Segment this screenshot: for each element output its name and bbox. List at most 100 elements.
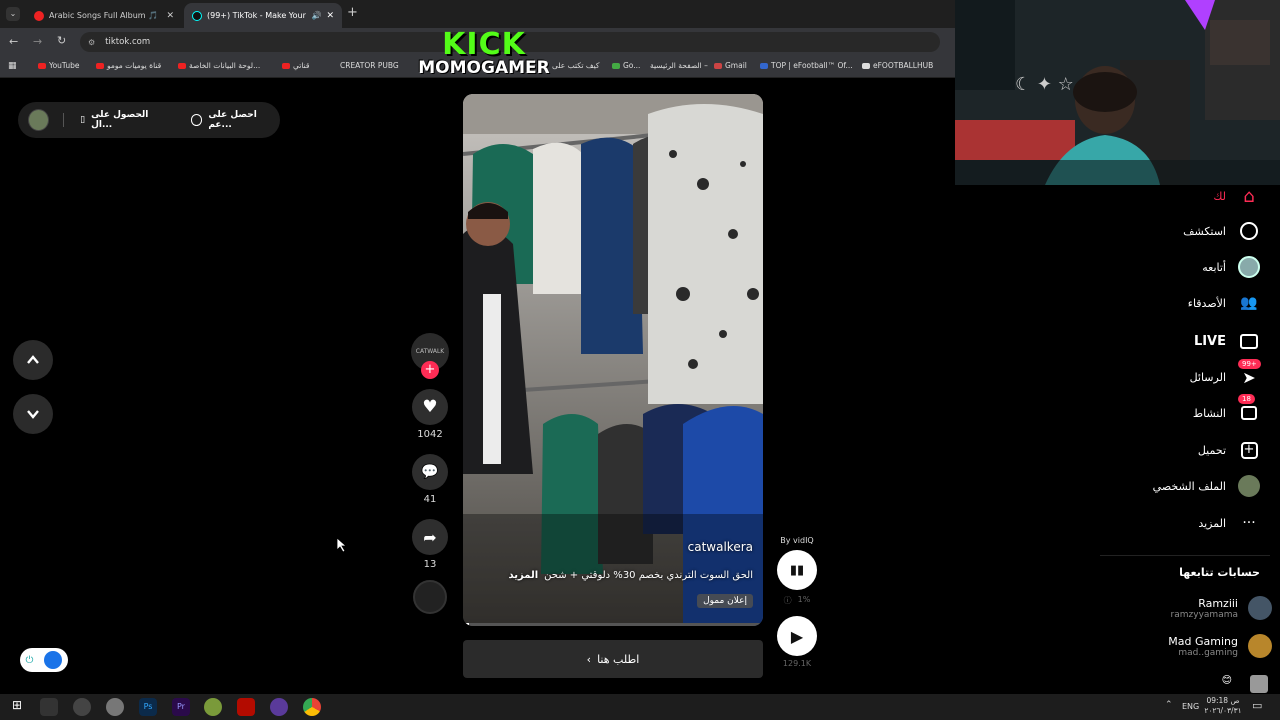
tab-arabic-songs[interactable]: Arabic Songs Full Album 🎵 Be ✕ bbox=[26, 3, 182, 28]
main-sidebar: لك ⌂ استكشف أتابعه الأصدقاء 👥 LIVE الرسا… bbox=[1090, 180, 1280, 694]
heart-icon: ♥ bbox=[422, 397, 438, 417]
vidiq-views: 129.1K bbox=[782, 659, 812, 668]
get-app-button[interactable]: ▯ الحصول على ال... bbox=[80, 110, 169, 130]
youtube-icon bbox=[96, 62, 104, 69]
apps-grid-icon[interactable]: ▦ bbox=[8, 61, 17, 71]
sidebar-item-more[interactable]: المزيد ··· bbox=[1198, 512, 1260, 534]
sidebar-item-activity[interactable]: النشاط 18 bbox=[1192, 394, 1260, 424]
sidebar-label: تحميل bbox=[1197, 443, 1226, 457]
caption-more-link[interactable]: المزيد bbox=[509, 570, 539, 581]
get-device-button[interactable]: احصل على عم... bbox=[190, 110, 280, 130]
video-username[interactable]: catwalkera bbox=[688, 540, 753, 554]
bookmark-item[interactable]: قناتي bbox=[282, 61, 309, 70]
sidebar-item-live[interactable]: LIVE bbox=[1194, 330, 1260, 352]
new-tab-button[interactable]: + bbox=[347, 5, 358, 20]
sound-disc-icon[interactable] bbox=[413, 580, 447, 614]
bookmark-item[interactable]: قناة يوميات مومو bbox=[96, 61, 161, 70]
obs-icon[interactable] bbox=[73, 698, 91, 716]
bookmark-item[interactable]: eFOOTBALLHUB bbox=[862, 61, 933, 70]
back-icon[interactable]: ← bbox=[9, 35, 18, 48]
comment-button[interactable]: 💬 bbox=[412, 454, 448, 490]
bookmark-item[interactable]: كيف تكتب على bbox=[552, 61, 599, 70]
share-button[interactable]: ➦ bbox=[412, 519, 448, 555]
sidebar-item-upload[interactable]: تحميل + bbox=[1198, 439, 1260, 461]
upload-icon: + bbox=[1238, 439, 1260, 461]
sidebar-label: المزيد bbox=[1198, 516, 1226, 530]
like-button[interactable]: ♥ bbox=[412, 389, 448, 425]
bookmark-item[interactable]: Go... bbox=[612, 61, 640, 70]
activity-badge: 18 bbox=[1238, 394, 1255, 404]
bookmark-item[interactable]: Gmail bbox=[714, 61, 747, 70]
account-handle: mad..gaming bbox=[1178, 647, 1238, 658]
sidebar-item-explore[interactable]: استكشف bbox=[1183, 220, 1260, 242]
vidiq-stats-button[interactable]: ▮▮ bbox=[777, 550, 817, 590]
progress-fill bbox=[463, 623, 469, 626]
following-account-partial[interactable]: 😊 bbox=[1222, 675, 1268, 693]
mouse-cursor bbox=[336, 537, 348, 556]
app-icon[interactable] bbox=[204, 698, 222, 716]
user-avatar[interactable] bbox=[28, 109, 50, 131]
video-player[interactable]: catwalkera المزيد الحق السوت الترندي بخص… bbox=[463, 94, 763, 626]
account-handle: ramzyyamama bbox=[1170, 609, 1238, 620]
language-indicator[interactable]: ENG bbox=[1182, 702, 1199, 711]
sidebar-label: النشاط bbox=[1192, 406, 1226, 420]
sidebar-item-following[interactable]: أتابعه bbox=[1202, 256, 1260, 278]
acrobat-icon[interactable] bbox=[237, 698, 255, 716]
sidebar-item-friends[interactable]: الأصدقاء 👥 bbox=[1188, 292, 1260, 314]
url-text: tiktok.com bbox=[105, 37, 151, 47]
notification-icon[interactable]: ▭ bbox=[1252, 699, 1262, 712]
tab-label: Arabic Songs Full Album 🎵 Be bbox=[49, 11, 162, 20]
close-tab-icon[interactable]: ✕ bbox=[166, 11, 174, 21]
speaker-icon[interactable]: 🔊 bbox=[311, 11, 321, 20]
order-here-button[interactable]: ‹ اطلب هنا bbox=[463, 640, 763, 678]
sidebar-item-profile[interactable]: الملف الشخصي bbox=[1153, 475, 1260, 497]
clock[interactable]: 09:18 ص ٢٠٢٦/٠٣/٣١ bbox=[1200, 696, 1246, 716]
bookmark-label: TOP | eFootball™ Of... bbox=[771, 61, 853, 70]
bookmark-item[interactable]: TOP | eFootball™ Of... bbox=[760, 61, 853, 70]
next-video-button[interactable] bbox=[13, 394, 53, 434]
following-account[interactable]: Ramziii ramzyyamama bbox=[1171, 596, 1272, 620]
photoshop-icon[interactable]: Ps bbox=[139, 698, 157, 716]
vidiq-pct: 1% bbox=[797, 595, 811, 604]
app-icon[interactable] bbox=[40, 698, 58, 716]
bookmark-item[interactable]: الصفحة الرئيسية – bbox=[650, 61, 708, 70]
kick-overlay: KICK MOMOGAMER bbox=[416, 30, 552, 82]
youtube-tab-icon bbox=[34, 10, 44, 21]
tab-list-chevron-icon[interactable]: ⌄ bbox=[6, 7, 20, 21]
close-tab-icon[interactable]: ✕ bbox=[326, 11, 334, 21]
get-device-label: احصل على عم... bbox=[208, 110, 257, 130]
bookmark-label: الصفحة الرئيسية – bbox=[650, 61, 708, 70]
home-icon: ⌂ bbox=[1243, 185, 1255, 207]
windows-start-icon[interactable]: ⊞ bbox=[8, 698, 26, 716]
previous-video-button[interactable] bbox=[13, 340, 53, 380]
following-account[interactable]: Mad Gaming mad..gaming bbox=[1168, 634, 1272, 658]
bookmark-item[interactable]: CREATOR PUBG bbox=[326, 61, 399, 70]
bookmark-item[interactable]: لوحة البيانات الخاصة... bbox=[178, 61, 260, 70]
app-icon[interactable] bbox=[270, 698, 288, 716]
emoji-icon: 😊 bbox=[1221, 675, 1232, 686]
bookmark-label: قناة يوميات مومو bbox=[107, 61, 162, 70]
reload-icon[interactable]: ↻ bbox=[57, 34, 66, 47]
video-progress-bar[interactable] bbox=[463, 623, 763, 626]
bookmark-item[interactable]: YouTube bbox=[38, 61, 80, 70]
premiere-icon[interactable]: Pr bbox=[172, 698, 190, 716]
vidiq-toggle[interactable]: ⏻ bbox=[20, 648, 68, 672]
sponsored-badge: إعلان ممول bbox=[697, 594, 753, 608]
follow-plus-icon[interactable]: + bbox=[421, 361, 439, 379]
forward-icon[interactable]: → bbox=[33, 35, 42, 48]
site-info-icon[interactable]: ⚙ bbox=[88, 38, 95, 47]
webcam-overlay: ☾ ✦ ☆ bbox=[955, 0, 1280, 185]
play-button[interactable]: ▶ bbox=[777, 616, 817, 656]
share-icon: ➦ bbox=[423, 527, 437, 547]
sidebar-item-messages[interactable]: الرسائل ➤ 99+ bbox=[1190, 359, 1261, 388]
phone-icon: ▯ bbox=[80, 115, 86, 125]
sidebar-item-for-you[interactable]: لك ⌂ bbox=[1213, 185, 1260, 207]
chrome-icon[interactable] bbox=[303, 698, 321, 716]
friends-icon: 👥 bbox=[1240, 295, 1258, 311]
tab-tiktok[interactable]: (99+) TikTok - Make Your Da 🔊 ✕ bbox=[184, 3, 342, 28]
divider bbox=[63, 113, 65, 127]
app-icon[interactable] bbox=[106, 698, 124, 716]
get-app-label: الحصول على ال... bbox=[91, 110, 149, 130]
streamer-name: MOMOGAMER bbox=[418, 58, 550, 78]
tray-chevron-icon[interactable]: ⌃ bbox=[1165, 700, 1173, 710]
